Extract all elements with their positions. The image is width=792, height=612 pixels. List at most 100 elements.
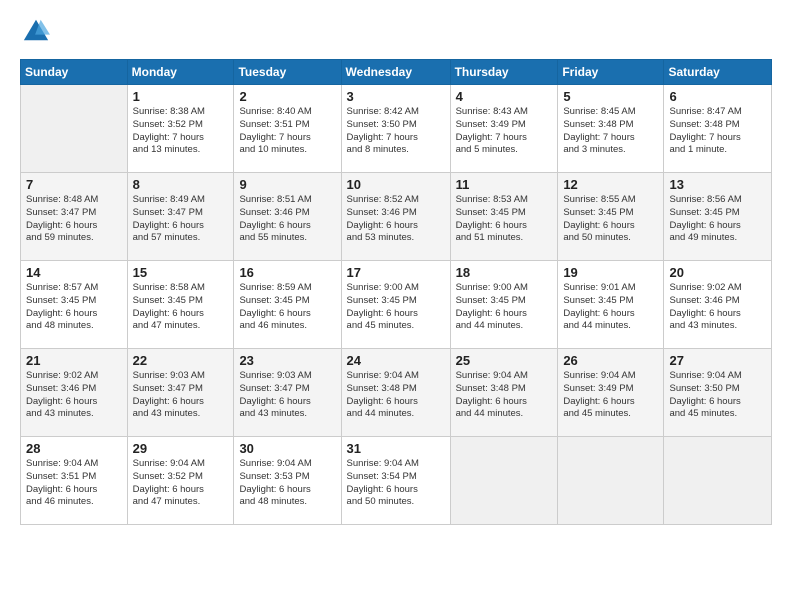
cell-info: Sunrise: 8:58 AM Sunset: 3:45 PM Dayligh… (133, 282, 229, 333)
cell-info: Sunrise: 8:47 AM Sunset: 3:48 PM Dayligh… (669, 106, 766, 157)
calendar-cell: 26 Sunrise: 9:04 AM Sunset: 3:49 PM Dayli… (558, 349, 664, 437)
cell-date: 30 (239, 441, 335, 456)
cell-date: 23 (239, 353, 335, 368)
cell-date: 19 (563, 265, 658, 280)
cell-date: 20 (669, 265, 766, 280)
logo-icon (22, 16, 50, 44)
cell-info: Sunrise: 9:04 AM Sunset: 3:52 PM Dayligh… (133, 458, 229, 509)
calendar-header: SundayMondayTuesdayWednesdayThursdayFrid… (21, 60, 772, 85)
cell-date: 22 (133, 353, 229, 368)
cell-info: Sunrise: 8:55 AM Sunset: 3:45 PM Dayligh… (563, 194, 658, 245)
weekday-header-row: SundayMondayTuesdayWednesdayThursdayFrid… (21, 60, 772, 85)
calendar-cell: 12 Sunrise: 8:55 AM Sunset: 3:45 PM Dayli… (558, 173, 664, 261)
weekday-header-friday: Friday (558, 60, 664, 85)
cell-info: Sunrise: 8:51 AM Sunset: 3:46 PM Dayligh… (239, 194, 335, 245)
cell-date: 10 (347, 177, 445, 192)
calendar-cell: 15Sunrise: 8:58 AM Sunset: 3:45 PM Dayli… (127, 261, 234, 349)
cell-date: 1 (133, 89, 229, 104)
cell-info: Sunrise: 8:56 AM Sunset: 3:45 PM Dayligh… (669, 194, 766, 245)
calendar-cell: 19 Sunrise: 9:01 AM Sunset: 3:45 PM Dayli… (558, 261, 664, 349)
cell-date: 31 (347, 441, 445, 456)
cell-info: Sunrise: 9:03 AM Sunset: 3:47 PM Dayligh… (239, 370, 335, 421)
cell-date: 21 (26, 353, 122, 368)
calendar-cell: 1 Sunrise: 8:38 AM Sunset: 3:52 PM Daylig… (127, 85, 234, 173)
calendar-cell (21, 85, 128, 173)
cell-date: 5 (563, 89, 658, 104)
calendar-week-4: 21 Sunrise: 9:02 AM Sunset: 3:46 PM Dayli… (21, 349, 772, 437)
calendar-table: SundayMondayTuesdayWednesdayThursdayFrid… (20, 59, 772, 525)
calendar-cell: 3 Sunrise: 8:42 AM Sunset: 3:50 PM Daylig… (341, 85, 450, 173)
calendar-cell: 11 Sunrise: 8:53 AM Sunset: 3:45 PM Dayli… (450, 173, 558, 261)
calendar-cell: 27 Sunrise: 9:04 AM Sunset: 3:50 PM Dayli… (664, 349, 772, 437)
calendar-cell: 14 Sunrise: 8:57 AM Sunset: 3:45 PM Dayli… (21, 261, 128, 349)
calendar-cell: 24 Sunrise: 9:04 AM Sunset: 3:48 PM Dayli… (341, 349, 450, 437)
calendar-cell: 5 Sunrise: 8:45 AM Sunset: 3:48 PM Daylig… (558, 85, 664, 173)
cell-date: 11 (456, 177, 553, 192)
calendar-week-5: 28 Sunrise: 9:04 AM Sunset: 3:51 PM Dayli… (21, 437, 772, 525)
cell-date: 24 (347, 353, 445, 368)
calendar-cell (664, 437, 772, 525)
cell-info: Sunrise: 9:02 AM Sunset: 3:46 PM Dayligh… (26, 370, 122, 421)
weekday-header-sunday: Sunday (21, 60, 128, 85)
calendar-body: 1 Sunrise: 8:38 AM Sunset: 3:52 PM Daylig… (21, 85, 772, 525)
cell-date: 6 (669, 89, 766, 104)
cell-info: Sunrise: 9:00 AM Sunset: 3:45 PM Dayligh… (456, 282, 553, 333)
cell-date: 27 (669, 353, 766, 368)
cell-date: 8 (133, 177, 229, 192)
cell-info: Sunrise: 9:04 AM Sunset: 3:49 PM Dayligh… (563, 370, 658, 421)
calendar-cell: 16 Sunrise: 8:59 AM Sunset: 3:45 PM Dayli… (234, 261, 341, 349)
cell-info: Sunrise: 8:57 AM Sunset: 3:45 PM Dayligh… (26, 282, 122, 333)
cell-date: 2 (239, 89, 335, 104)
calendar-cell: 25Sunrise: 9:04 AM Sunset: 3:48 PM Dayli… (450, 349, 558, 437)
cell-date: 14 (26, 265, 122, 280)
calendar-cell: 7Sunrise: 8:48 AM Sunset: 3:47 PM Daylig… (21, 173, 128, 261)
cell-info: Sunrise: 8:52 AM Sunset: 3:46 PM Dayligh… (347, 194, 445, 245)
calendar-cell: 29 Sunrise: 9:04 AM Sunset: 3:52 PM Dayli… (127, 437, 234, 525)
cell-info: Sunrise: 9:04 AM Sunset: 3:54 PM Dayligh… (347, 458, 445, 509)
page: SundayMondayTuesdayWednesdayThursdayFrid… (0, 0, 792, 612)
calendar-cell: 18 Sunrise: 9:00 AM Sunset: 3:45 PM Dayli… (450, 261, 558, 349)
cell-date: 29 (133, 441, 229, 456)
cell-info: Sunrise: 9:02 AM Sunset: 3:46 PM Dayligh… (669, 282, 766, 333)
cell-date: 18 (456, 265, 553, 280)
cell-date: 13 (669, 177, 766, 192)
weekday-header-monday: Monday (127, 60, 234, 85)
weekday-header-tuesday: Tuesday (234, 60, 341, 85)
cell-date: 26 (563, 353, 658, 368)
cell-date: 3 (347, 89, 445, 104)
cell-info: Sunrise: 8:38 AM Sunset: 3:52 PM Dayligh… (133, 106, 229, 157)
calendar-cell: 4 Sunrise: 8:43 AM Sunset: 3:49 PM Daylig… (450, 85, 558, 173)
calendar-week-2: 7Sunrise: 8:48 AM Sunset: 3:47 PM Daylig… (21, 173, 772, 261)
cell-info: Sunrise: 8:45 AM Sunset: 3:48 PM Dayligh… (563, 106, 658, 157)
calendar-cell (450, 437, 558, 525)
calendar-cell: 2 Sunrise: 8:40 AM Sunset: 3:51 PM Daylig… (234, 85, 341, 173)
cell-info: Sunrise: 9:04 AM Sunset: 3:48 PM Dayligh… (347, 370, 445, 421)
cell-info: Sunrise: 9:04 AM Sunset: 3:50 PM Dayligh… (669, 370, 766, 421)
logo (20, 16, 50, 49)
calendar-cell: 31 Sunrise: 9:04 AM Sunset: 3:54 PM Dayli… (341, 437, 450, 525)
cell-info: Sunrise: 8:53 AM Sunset: 3:45 PM Dayligh… (456, 194, 553, 245)
cell-info: Sunrise: 9:03 AM Sunset: 3:47 PM Dayligh… (133, 370, 229, 421)
weekday-header-wednesday: Wednesday (341, 60, 450, 85)
calendar-cell (558, 437, 664, 525)
header (20, 16, 772, 49)
cell-date: 16 (239, 265, 335, 280)
cell-info: Sunrise: 9:04 AM Sunset: 3:51 PM Dayligh… (26, 458, 122, 509)
cell-date: 12 (563, 177, 658, 192)
calendar-cell: 17 Sunrise: 9:00 AM Sunset: 3:45 PM Dayli… (341, 261, 450, 349)
calendar-cell: 10 Sunrise: 8:52 AM Sunset: 3:46 PM Dayli… (341, 173, 450, 261)
calendar-cell: 28 Sunrise: 9:04 AM Sunset: 3:51 PM Dayli… (21, 437, 128, 525)
calendar-cell: 30Sunrise: 9:04 AM Sunset: 3:53 PM Dayli… (234, 437, 341, 525)
cell-info: Sunrise: 8:59 AM Sunset: 3:45 PM Dayligh… (239, 282, 335, 333)
cell-date: 28 (26, 441, 122, 456)
cell-info: Sunrise: 9:00 AM Sunset: 3:45 PM Dayligh… (347, 282, 445, 333)
cell-info: Sunrise: 8:43 AM Sunset: 3:49 PM Dayligh… (456, 106, 553, 157)
cell-info: Sunrise: 8:42 AM Sunset: 3:50 PM Dayligh… (347, 106, 445, 157)
calendar-cell: 13 Sunrise: 8:56 AM Sunset: 3:45 PM Dayli… (664, 173, 772, 261)
cell-info: Sunrise: 8:40 AM Sunset: 3:51 PM Dayligh… (239, 106, 335, 157)
calendar-cell: 23 Sunrise: 9:03 AM Sunset: 3:47 PM Dayli… (234, 349, 341, 437)
calendar-week-1: 1 Sunrise: 8:38 AM Sunset: 3:52 PM Daylig… (21, 85, 772, 173)
cell-date: 4 (456, 89, 553, 104)
cell-info: Sunrise: 9:01 AM Sunset: 3:45 PM Dayligh… (563, 282, 658, 333)
cell-date: 17 (347, 265, 445, 280)
